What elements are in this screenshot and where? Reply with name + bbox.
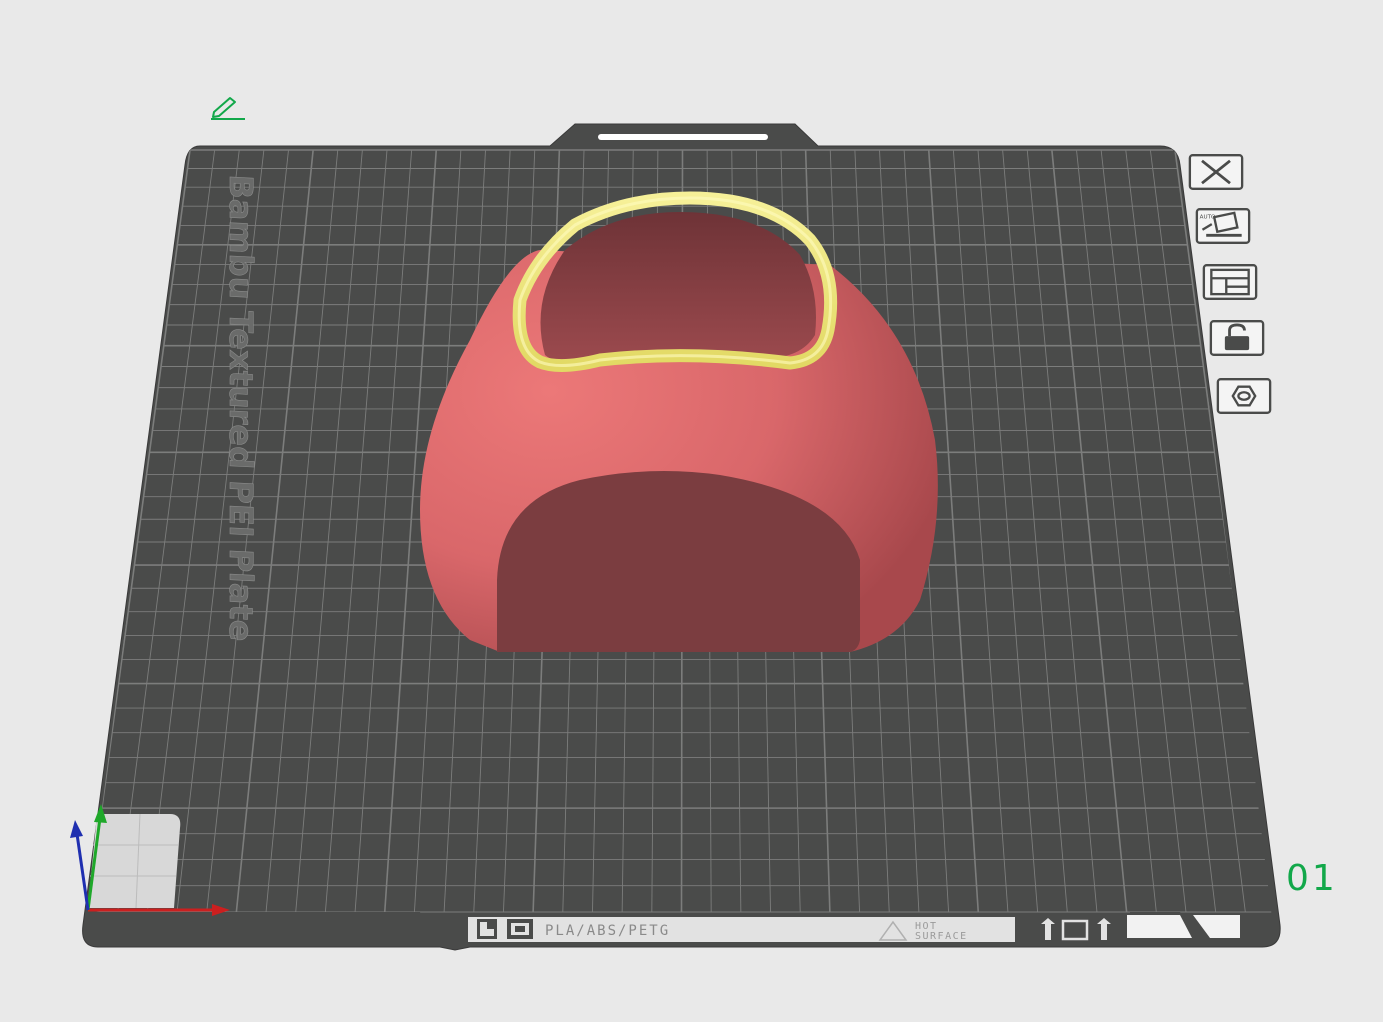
auto-orient-button[interactable]: AUTO [1195, 207, 1251, 245]
material-label: PLA/ABS/PETG [545, 923, 670, 939]
plate-name-label: Bambu Textured PEI Plate [222, 174, 260, 643]
plate-handle-slot [598, 134, 768, 140]
arrange-icon [1202, 264, 1258, 300]
z-axis-arrow-icon [70, 820, 83, 838]
plate-info-strip: PLA/ABS/PETG HOT SURFACE [468, 917, 1015, 942]
z-axis [75, 833, 90, 911]
plate-settings-button[interactable] [1216, 377, 1272, 415]
arrange-button[interactable] [1202, 263, 1258, 301]
close-icon [1188, 154, 1244, 190]
lock-plate-button[interactable] [1209, 319, 1265, 357]
auto-orient-icon: AUTO [1195, 208, 1251, 244]
plate-number[interactable]: 01 [1286, 858, 1338, 899]
3d-viewport[interactable]: Bambu Textured PEI Plate PLA/ABS/PETG HO… [0, 0, 1383, 1018]
remove-plate-button[interactable] [1188, 153, 1244, 191]
settings-icon [1216, 378, 1272, 414]
scene-canvas[interactable]: Bambu Textured PEI Plate PLA/ABS/PETG HO… [0, 0, 1383, 1018]
edit-plate-name-button[interactable] [208, 92, 248, 122]
pencil-icon [211, 97, 245, 120]
origin-corner-block [88, 814, 181, 908]
lock-icon [1209, 320, 1265, 356]
surface-label: SURFACE [915, 931, 968, 942]
